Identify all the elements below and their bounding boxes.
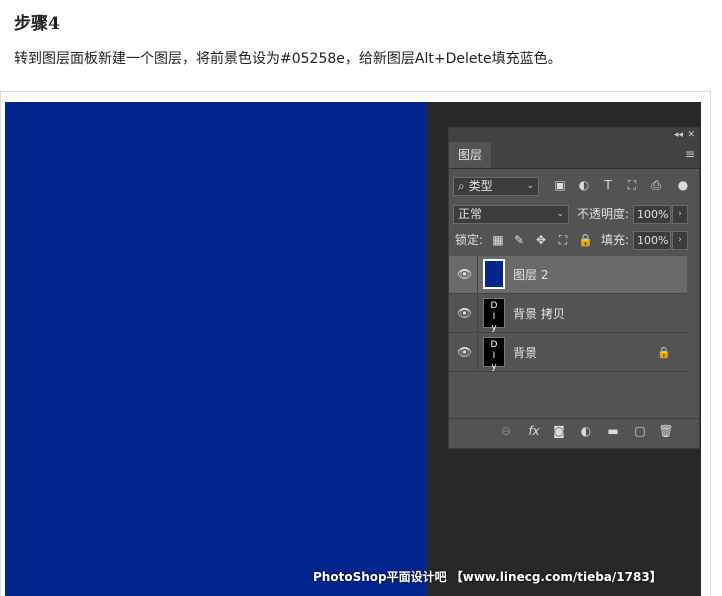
collapse-icon[interactable]: ◂◂ — [674, 128, 683, 142]
layer-name: 背景 拷贝 — [513, 307, 565, 321]
watermark: PhotoShop平面设计吧 【www.linecg.com/tieba/178… — [313, 570, 662, 584]
chevron-down-icon: ⌄ — [526, 181, 534, 191]
eye-icon[interactable]: 👁 — [457, 267, 472, 281]
layer-row[interactable]: 👁 图层 2 — [449, 256, 687, 294]
adjustment-layer-icon[interactable]: ◐ — [577, 422, 595, 440]
filter-kind-dropdown[interactable]: ⌕ 类型 ⌄ — [453, 177, 539, 196]
shape-filter-icon[interactable]: ⛶ — [625, 178, 639, 192]
filter-row: ⌕ 类型 ⌄ ▣ ◐ T ⛶ ⎙ ● — [449, 173, 699, 199]
lock-all-icon[interactable]: 🔒 — [578, 231, 593, 250]
thumbnail-glyph: D I y — [490, 301, 498, 333]
lock-icon: 🔒 — [657, 346, 671, 359]
blend-mode-dropdown[interactable]: 正常 ⌄ — [453, 205, 569, 224]
layer-name: 图层 2 — [513, 268, 549, 282]
opacity-stepper[interactable]: › — [672, 205, 688, 224]
link-layers-icon[interactable]: ⊖ — [497, 422, 515, 440]
type-filter-icon[interactable]: T — [601, 178, 615, 192]
layer-name: 背景 — [513, 346, 538, 360]
lock-transparency-icon[interactable]: ▦ — [491, 231, 505, 250]
layer-row[interactable]: 👁 D I y 背景 拷贝 — [449, 295, 687, 333]
opacity-input[interactable]: 100% — [633, 205, 671, 224]
adjustment-filter-icon[interactable]: ◐ — [577, 178, 591, 192]
panel-topbar: ◂◂ ✕ — [449, 128, 699, 142]
eye-icon[interactable]: 👁 — [457, 306, 472, 320]
layer-thumbnail: D I y — [483, 298, 505, 333]
layer-thumbnail: D I y — [483, 337, 505, 372]
lock-row: 锁定: ▦ ✎ ✥ ⛶ 🔒 填充: 100% › — [449, 228, 699, 254]
panel-bottom-bar: ⊖ fx ◙ ◐ ▬ ▢ 🗑 — [449, 418, 699, 445]
layer-thumbnail — [483, 259, 505, 289]
fill-label: 填充: — [601, 233, 630, 247]
panel-tab-row: 图层 ≡ — [449, 142, 699, 169]
step-title: 步骤4 — [14, 14, 60, 34]
new-group-icon[interactable]: ▬ — [604, 422, 622, 440]
fill-stepper[interactable]: › — [672, 231, 688, 250]
lock-position-icon[interactable]: ✥ — [534, 231, 548, 250]
fx-icon[interactable]: fx — [525, 422, 543, 440]
lock-label: 锁定: — [455, 233, 484, 247]
layers-panel: ◂◂ ✕ 图层 ≡ ⌕ 类型 ⌄ ▣ ◐ T ⛶ ⎙ ● 正常 ⌄ 不透明度: … — [448, 127, 700, 449]
layer-separator — [477, 334, 478, 372]
filter-kind-label: 类型 — [468, 179, 493, 193]
new-layer-icon[interactable]: ▢ — [631, 422, 649, 440]
smart-object-filter-icon[interactable]: ⎙ — [649, 178, 663, 192]
search-icon: ⌕ — [458, 179, 465, 193]
trash-icon[interactable]: 🗑 — [657, 422, 675, 440]
canvas-blue-area — [5, 102, 427, 596]
blend-mode-value: 正常 — [458, 207, 483, 221]
blend-row: 正常 ⌄ 不透明度: 100% › — [449, 201, 699, 227]
panel-menu-icon[interactable]: ≡ — [685, 148, 695, 160]
eye-icon[interactable]: 👁 — [457, 345, 472, 359]
layer-separator — [477, 256, 478, 294]
step-description: 转到图层面板新建一个图层，将前景色设为#05258e，给新图层Alt+Delet… — [14, 51, 562, 67]
close-icon[interactable]: ✕ — [687, 128, 695, 142]
pixel-filter-icon[interactable]: ▣ — [553, 178, 567, 192]
opacity-label: 不透明度: — [577, 207, 630, 221]
layer-row[interactable]: 👁 D I y 背景 🔒 — [449, 334, 687, 372]
filter-toggle-icon[interactable]: ● — [676, 178, 690, 192]
fill-input[interactable]: 100% — [633, 231, 671, 250]
tab-layers[interactable]: 图层 — [449, 142, 491, 168]
layer-separator — [477, 295, 478, 333]
add-mask-icon[interactable]: ◙ — [550, 422, 568, 440]
lock-paint-icon[interactable]: ✎ — [512, 231, 526, 250]
lock-artboard-icon[interactable]: ⛶ — [556, 231, 570, 250]
chevron-down-icon: ⌄ — [556, 209, 564, 219]
thumbnail-glyph: D I y — [490, 340, 498, 372]
